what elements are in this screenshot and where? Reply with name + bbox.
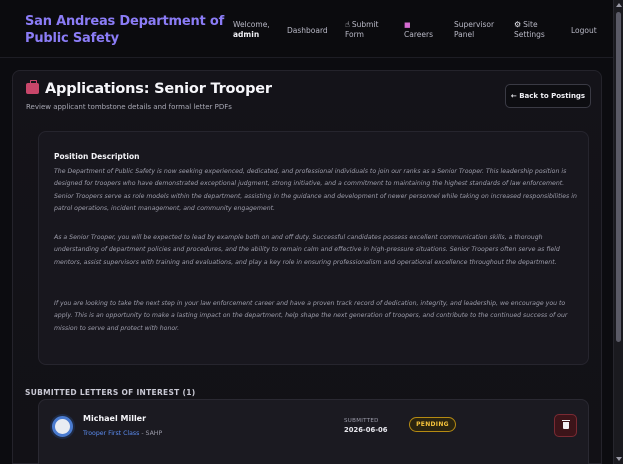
nav-careers-label: Careers bbox=[404, 30, 433, 39]
scroll-up-arrow-icon[interactable] bbox=[616, 3, 622, 7]
trash-icon bbox=[562, 420, 570, 429]
delete-application-button[interactable] bbox=[554, 414, 577, 437]
username: admin bbox=[233, 30, 260, 39]
nav-careers[interactable]: ■ Careers bbox=[404, 20, 433, 40]
submitted-date: 2026-06-06 bbox=[344, 426, 388, 434]
nav-logout[interactable]: Logout bbox=[571, 26, 597, 36]
gear-icon: ⚙ bbox=[514, 20, 522, 29]
nav-submit-form-label: Submit Form bbox=[345, 20, 379, 39]
nav-dashboard[interactable]: Dashboard bbox=[287, 26, 328, 36]
nav-supervisor-panel[interactable]: Supervisor Panel bbox=[454, 20, 494, 40]
avatar bbox=[52, 416, 73, 437]
applicant-row: Michael Miller Trooper First Class - SAH… bbox=[38, 399, 589, 464]
nav-site-settings[interactable]: ⚙ Site Settings bbox=[514, 20, 545, 40]
scrollbar-thumb[interactable] bbox=[616, 12, 621, 342]
applicant-rank-link[interactable]: Trooper First Class bbox=[83, 430, 139, 437]
description-paragraph: If you are looking to take the next step… bbox=[54, 300, 568, 332]
applicant-rank: Trooper First Class - SAHP bbox=[83, 430, 162, 437]
submitted-label: SUBMITTED bbox=[344, 418, 379, 424]
submitted-letters-header: SUBMITTED LETTERS OF INTEREST (1) bbox=[25, 388, 196, 397]
description-paragraph: The Department of Public Safety is now s… bbox=[54, 168, 577, 213]
welcome-label: Welcome, bbox=[233, 20, 270, 29]
status-badge: PENDING bbox=[409, 417, 456, 432]
site-brand[interactable]: San Andreas Department of Public Safety bbox=[25, 13, 225, 47]
page-subtitle: Review applicant tombstone details and f… bbox=[26, 103, 232, 111]
nav-submit-form[interactable]: ☝ Submit Form bbox=[345, 20, 387, 40]
briefcase-icon bbox=[26, 80, 39, 94]
top-navigation: San Andreas Department of Public Safety … bbox=[0, 0, 613, 58]
page-scrollbar[interactable] bbox=[613, 0, 623, 464]
applications-panel: Applications: Senior Trooper Review appl… bbox=[12, 70, 602, 464]
position-description-heading: Position Description bbox=[54, 152, 140, 161]
back-to-postings-button[interactable]: ← Back to Postings bbox=[505, 84, 591, 108]
position-description-card: Position Description The Department of P… bbox=[38, 131, 589, 365]
scroll-down-arrow-icon[interactable] bbox=[616, 457, 622, 461]
applicant-agency: SAHP bbox=[145, 430, 163, 437]
applicant-name: Michael Miller bbox=[83, 414, 147, 423]
briefcase-icon: ■ bbox=[404, 21, 411, 29]
page-title: Applications: Senior Trooper bbox=[26, 80, 272, 97]
welcome-text: Welcome, admin bbox=[233, 20, 270, 40]
page-title-text: Applications: Senior Trooper bbox=[45, 81, 272, 97]
description-paragraph: As a Senior Trooper, you will be expecte… bbox=[54, 234, 560, 266]
hand-pointer-icon: ☝ bbox=[345, 20, 350, 29]
